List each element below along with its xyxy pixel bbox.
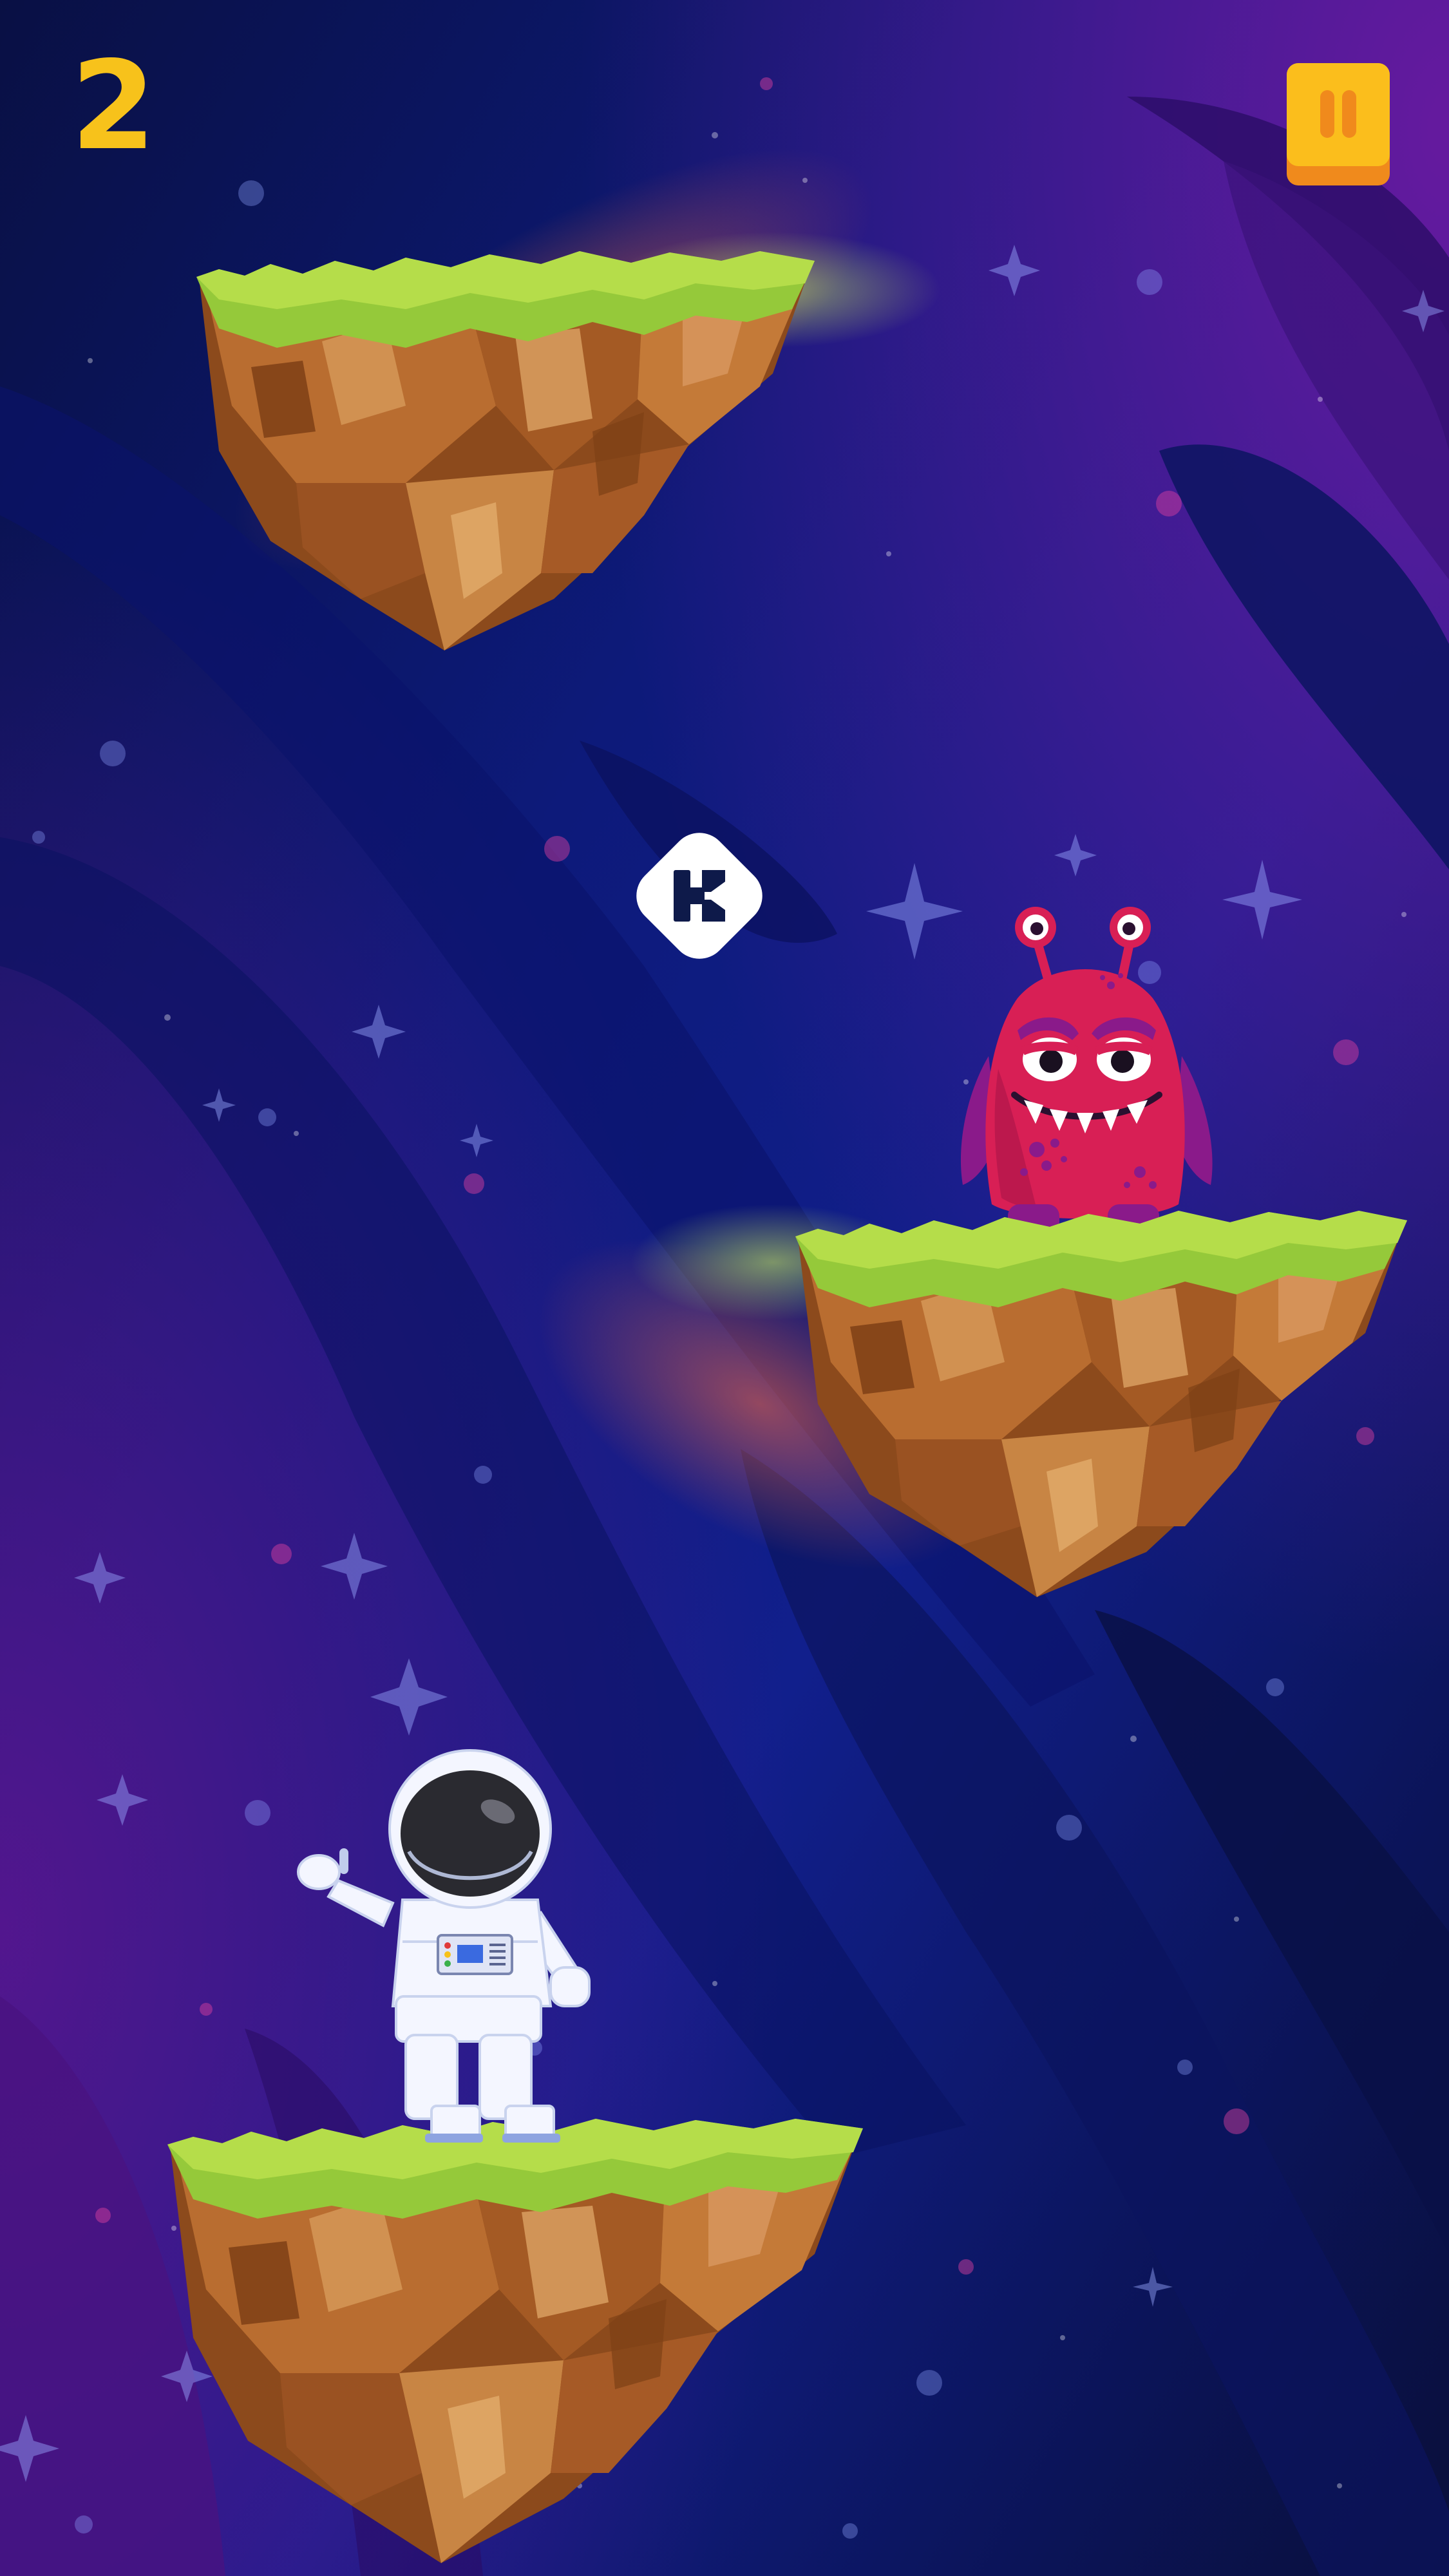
pause-icon — [1320, 90, 1334, 138]
score-counter: 2 — [71, 35, 158, 177]
floating-island-bottom — [167, 2119, 863, 2563]
floating-island-top — [196, 251, 815, 650]
alien-enemy — [960, 907, 1213, 1242]
k-token-icon[interactable] — [623, 820, 775, 972]
pause-button[interactable] — [1287, 63, 1390, 185]
pause-button-face — [1287, 63, 1390, 166]
floating-island-middle — [795, 1211, 1407, 1597]
pause-icon-bar — [1342, 90, 1356, 138]
game-scene: 2 — [0, 0, 1449, 2576]
astronaut-player — [297, 1749, 591, 2143]
